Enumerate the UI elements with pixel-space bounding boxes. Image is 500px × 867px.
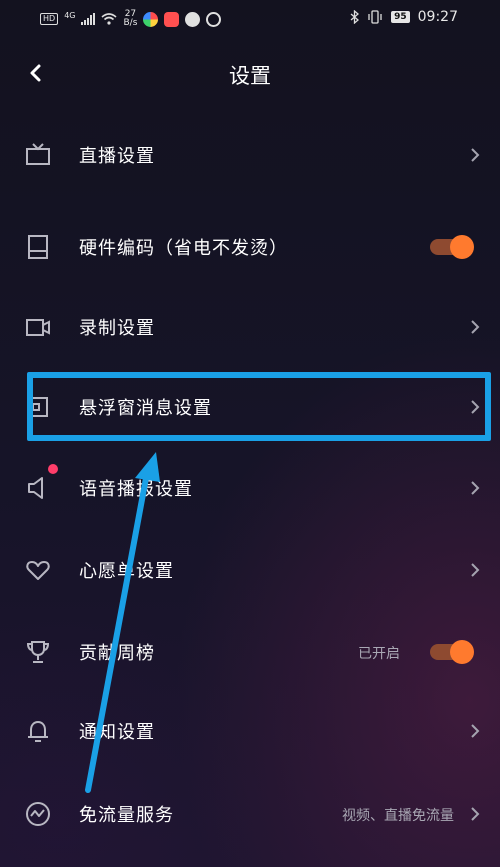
chevron-right-icon xyxy=(471,807,480,821)
settings-row-label: 通知设置 xyxy=(79,722,155,743)
contribution-status: 已开启 xyxy=(358,646,400,662)
pulse-icon xyxy=(26,802,50,826)
app-icon-3 xyxy=(185,11,201,27)
app-icon-4 xyxy=(206,11,222,27)
chevron-right-icon xyxy=(471,563,480,577)
net-speed-unit: B/s xyxy=(123,18,138,28)
settings-row-notification[interactable]: 通知设置 xyxy=(0,701,500,761)
settings-row-record[interactable]: 录制设置 xyxy=(0,297,500,357)
settings-row-live[interactable]: 直播设置 xyxy=(0,125,500,185)
settings-row-free-data[interactable]: 免流量服务 视频、直播免流量 xyxy=(0,784,500,844)
bell-icon xyxy=(28,721,48,742)
settings-row-label: 免流量服务 xyxy=(79,805,174,826)
settings-row-label: 录制设置 xyxy=(79,318,155,339)
status-right: 95 09:27 xyxy=(350,9,458,25)
settings-row-label: 贡献周榜 xyxy=(79,643,155,664)
header: 设置 xyxy=(0,50,500,96)
toggle-knob xyxy=(450,640,474,664)
hw-encoding-toggle[interactable] xyxy=(430,235,474,259)
chevron-right-icon xyxy=(471,320,480,334)
chevron-right-icon xyxy=(471,481,480,495)
chevron-right-icon xyxy=(471,148,480,162)
settings-row-label: 语音播报设置 xyxy=(79,479,193,500)
settings-row-contribution: 贡献周榜 已开启 xyxy=(0,622,500,682)
network-badge: HD xyxy=(40,13,59,25)
settings-row-wishlist[interactable]: 心愿单设置 xyxy=(0,540,500,600)
status-left: HD 4G 27 B/s xyxy=(40,10,222,28)
settings-row-label: 直播设置 xyxy=(79,146,155,167)
settings-row-label: 心愿单设置 xyxy=(79,561,174,582)
tv-icon xyxy=(26,143,50,165)
clock: 09:27 xyxy=(417,9,458,25)
speaker-icon xyxy=(28,477,43,499)
device-icon xyxy=(28,235,48,259)
settings-row-voice[interactable]: 语音播报设置 xyxy=(0,458,500,518)
app-icon-2 xyxy=(164,11,180,27)
signal-icon xyxy=(81,13,96,25)
status-bar: HD 4G 27 B/s 95 09:27 xyxy=(0,0,500,38)
page-title: 设置 xyxy=(229,64,271,88)
settings-row-label: 硬件编码（省电不发烫） xyxy=(79,238,288,259)
contribution-toggle[interactable] xyxy=(430,640,474,664)
free-data-status: 视频、直播免流量 xyxy=(342,808,454,824)
bluetooth-icon xyxy=(350,10,360,24)
app-icon-1 xyxy=(143,11,159,27)
chevron-right-icon xyxy=(471,724,480,738)
notification-dot xyxy=(48,464,58,474)
battery-level: 95 xyxy=(391,11,410,23)
settings-row-hw-encoding: 硬件编码（省电不发烫） xyxy=(0,217,500,277)
wifi-icon xyxy=(101,13,118,25)
net-speed: 27 B/s xyxy=(123,10,137,28)
highlight-box xyxy=(27,372,491,441)
video-camera-icon xyxy=(26,319,50,336)
toggle-knob xyxy=(450,235,474,259)
trophy-icon xyxy=(26,641,50,663)
heart-icon xyxy=(26,561,50,580)
vibrate-icon xyxy=(368,10,382,24)
signal-type: 4G xyxy=(64,10,76,20)
